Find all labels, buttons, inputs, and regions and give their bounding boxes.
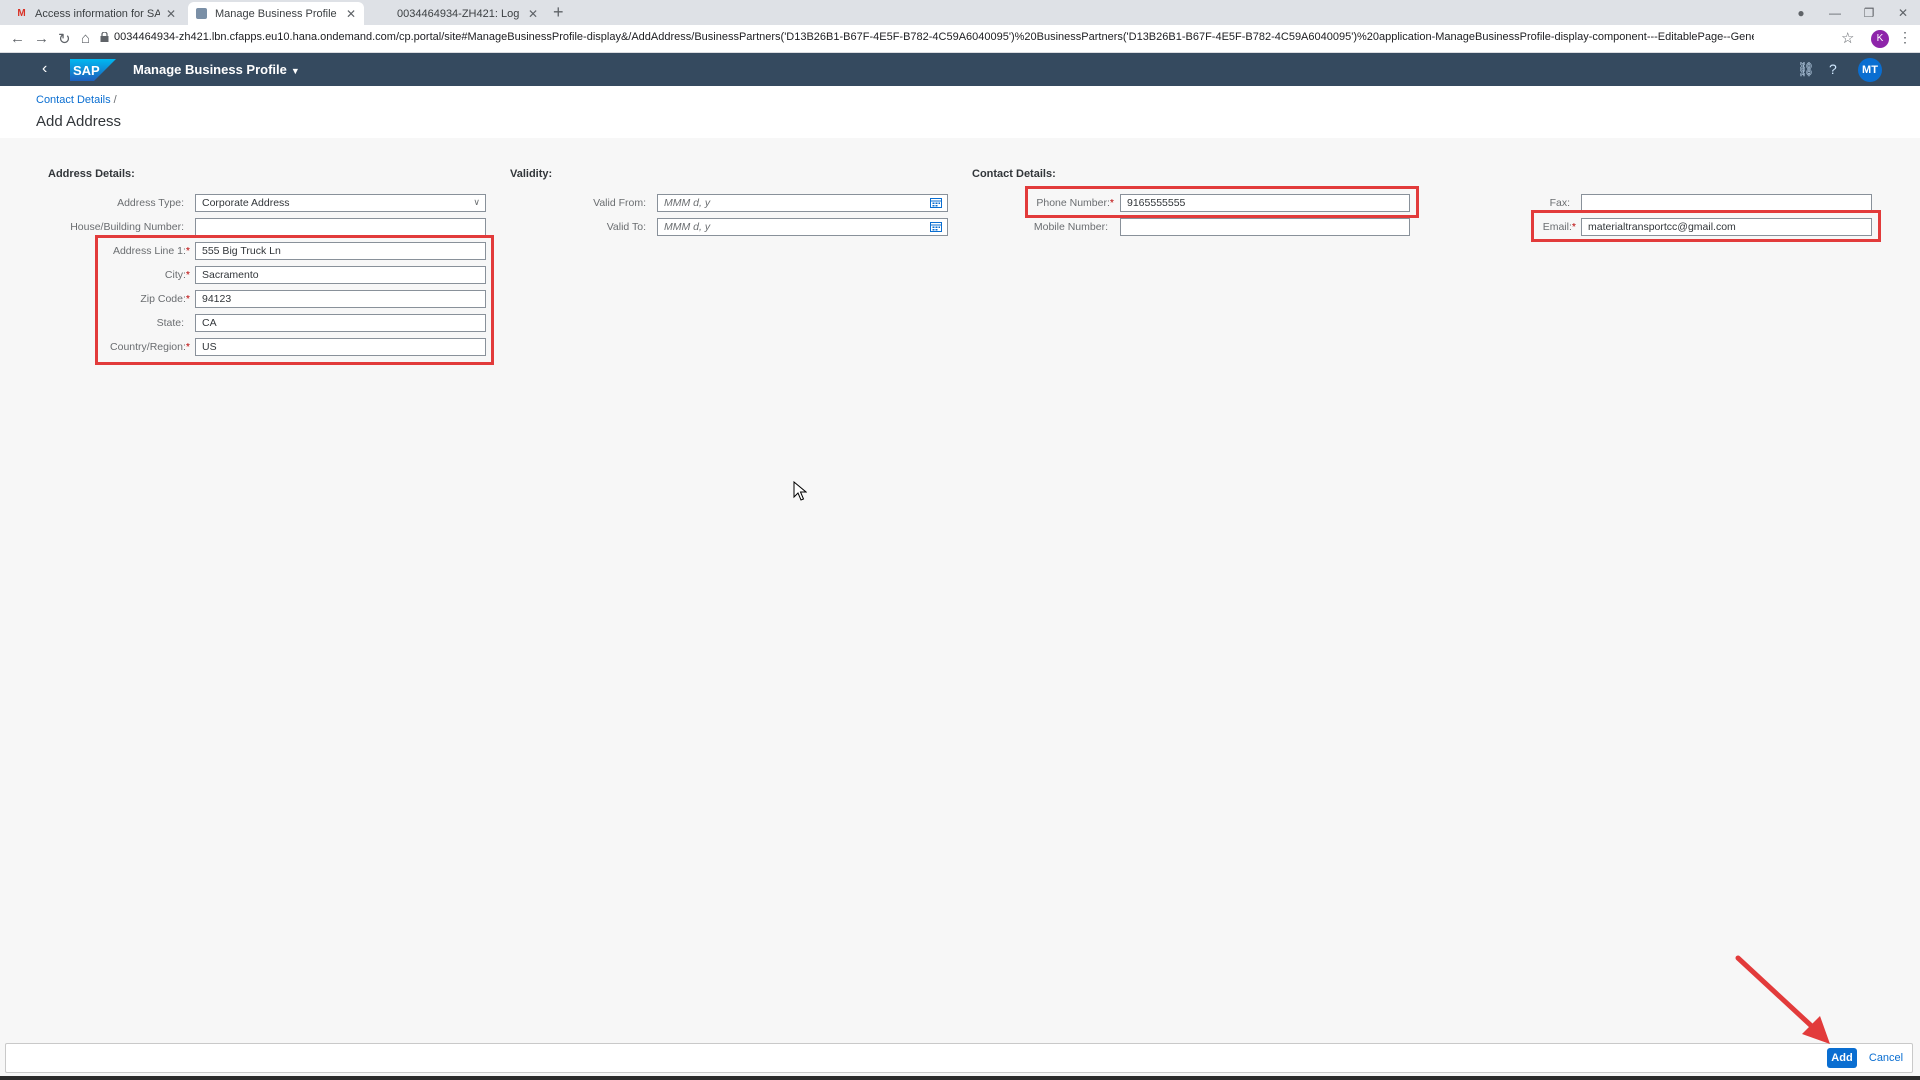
breadcrumb-separator: / [113,94,117,106]
sap-logo[interactable]: SAP [70,59,116,81]
gmail-icon: M [17,8,26,19]
calendar-icon[interactable] [930,197,942,208]
minimize-icon[interactable]: — [1818,6,1852,20]
forward-icon[interactable]: → [34,30,49,47]
contact-details-title: Contact Details: [972,168,1056,180]
profile-avatar[interactable]: K [1871,30,1889,48]
caret-down-icon: ▼ [290,66,300,76]
validity-title: Validity: [510,168,553,180]
tab-label: Access information for SAP Logi [35,7,160,20]
breadcrumb-contact-details[interactable]: Contact Details [36,94,111,106]
address-type-label: Address Type: [117,197,184,209]
address-details-title: Address Details: [48,168,135,180]
user-avatar[interactable]: MT [1858,58,1882,82]
close-icon[interactable]: ✕ [528,7,538,21]
red-arrow-annotation [1735,955,1830,1044]
close-icon[interactable]: ✕ [166,7,176,21]
highlight-box-email [1531,210,1881,242]
page-header: Contact Details / Add Address [0,86,1920,138]
screen-bottom-edge [0,1076,1920,1080]
bookmark-star-icon[interactable]: ☆ [1841,29,1854,47]
highlight-box-address [95,235,494,365]
address-type-select[interactable]: Corporate Address ∨ [195,194,486,212]
app-title: Manage Business Profile [133,62,287,77]
house-number-label: House/Building Number: [70,221,184,233]
back-icon[interactable]: ← [10,30,25,47]
home-icon[interactable]: ⌂ [81,30,90,47]
svg-text:SAP: SAP [73,63,100,78]
url-field[interactable]: 0034464934-zh421.lbn.cfapps.eu10.hana.on… [114,31,1754,43]
browser-tab-log-on[interactable]: 0034464934-ZH421: Log On ✕ [370,2,546,25]
fax-label: Fax: [1549,197,1570,209]
mobile-number-input[interactable] [1120,218,1410,236]
valid-from-input[interactable]: MMM d, y [657,194,948,212]
new-tab-icon[interactable]: + [553,2,564,23]
app-title-menu[interactable]: Manage Business Profile ▼ [133,62,300,77]
valid-to-label: Valid To: [606,221,646,233]
chevron-down-icon[interactable]: ∨ [473,197,480,208]
browser-address-bar: ← → ↻ ⌂ 0034464934-zh421.lbn.cfapps.eu10… [0,25,1920,53]
notifications-icon[interactable]: ⛓ [1797,61,1815,78]
window-controls: ● — ❐ ✕ [1784,0,1920,25]
breadcrumb: Contact Details / [36,94,117,106]
help-icon[interactable]: ? [1829,61,1837,77]
lock-icon[interactable] [100,32,109,42]
browser-tab-bar: M Access information for SAP Logi ✕ Mana… [0,0,1920,25]
back-icon[interactable]: ‹ [42,60,47,78]
valid-to-input[interactable]: MMM d, y [657,218,948,236]
close-window-icon[interactable]: ✕ [1886,6,1920,20]
house-number-input[interactable] [195,218,486,236]
valid-from-label: Valid From: [593,197,646,209]
browser-tab-gmail[interactable]: M Access information for SAP Logi ✕ [8,2,184,25]
add-button[interactable]: Add [1827,1048,1857,1068]
calendar-icon[interactable] [930,221,942,232]
footer-toolbar [5,1043,1913,1073]
cancel-button[interactable]: Cancel [1866,1048,1906,1068]
page-title: Add Address [36,113,122,130]
highlight-box-phone [1025,186,1419,218]
sap-shell-bar: ‹ SAP Manage Business Profile ▼ ⛓ ? MT [0,53,1920,86]
page-icon [196,8,207,19]
record-icon[interactable]: ● [1784,6,1818,20]
restore-icon[interactable]: ❐ [1852,6,1886,20]
mouse-cursor-icon [793,481,807,501]
tab-label: Manage Business Profile [215,7,337,20]
browser-tab-manage-business-profile[interactable]: Manage Business Profile ✕ [188,2,364,25]
reload-icon[interactable]: ↻ [58,30,71,48]
mobile-number-label: Mobile Number: [1033,221,1108,233]
browser-menu-icon[interactable]: ⋮ [1898,29,1912,46]
close-icon[interactable]: ✕ [346,7,356,21]
tab-label: 0034464934-ZH421: Log On [397,7,522,20]
